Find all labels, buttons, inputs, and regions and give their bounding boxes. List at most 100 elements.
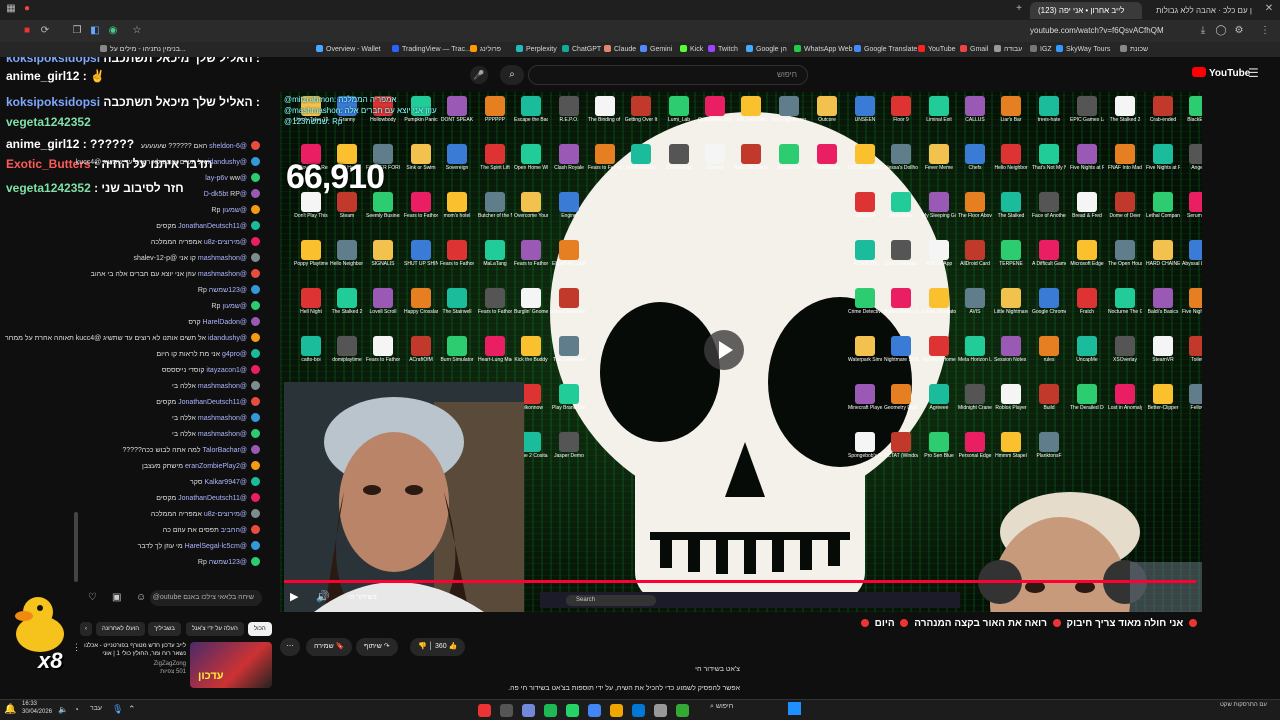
taskbar-search[interactable]: ⌕ חיפוש: [710, 703, 733, 711]
chat-username[interactable]: @idandushy: [206, 159, 247, 166]
avatar[interactable]: [251, 285, 260, 294]
window-close-icon[interactable]: ✕: [1262, 3, 1276, 14]
heart-icon[interactable]: ♡: [88, 592, 97, 603]
network-icon[interactable]: ◔: [74, 705, 79, 714]
download-icon[interactable]: ⤓: [1196, 24, 1210, 38]
whatsapp-icon[interactable]: [566, 704, 579, 717]
chat-username[interactable]: @mashmashon: [196, 271, 247, 278]
chat-username[interactable]: @123שמשה: [207, 287, 247, 294]
extension2-icon[interactable]: ◉: [106, 24, 120, 38]
url-field[interactable]: youtube.com/watch?v=f6QsvACfhQM: [1030, 24, 1164, 38]
discord-icon[interactable]: [522, 704, 535, 717]
bookmark-item[interactable]: Overview - Wallet: [316, 44, 381, 55]
avatar[interactable]: [251, 445, 260, 454]
chat-username[interactable]: @mashmashon: [196, 431, 247, 438]
avatar[interactable]: [251, 141, 260, 150]
avatar[interactable]: [251, 381, 260, 390]
avatar[interactable]: [251, 541, 260, 550]
settings-icon[interactable]: ⚙: [1232, 24, 1246, 38]
tabs-icon[interactable]: ❐: [70, 24, 84, 38]
avatar[interactable]: [251, 509, 260, 518]
tab-other[interactable]: בני קנן עם כלכ · אהבה ללא גבולות: [1148, 2, 1252, 19]
super-chat-icon[interactable]: ▣: [112, 592, 121, 603]
avatar[interactable]: [251, 525, 260, 534]
bookmark-item[interactable]: Kick: [680, 44, 703, 55]
youtube-logo[interactable]: YouTube: [1192, 67, 1250, 79]
avatar[interactable]: [251, 237, 260, 246]
chat-username[interactable]: @itayzacon1: [204, 367, 247, 374]
bookmark-item[interactable]: TradingView — Trac...: [392, 44, 471, 55]
bookmark-item[interactable]: פרולינג: [470, 44, 501, 55]
bookmark-item[interactable]: ChatGPT: [562, 44, 601, 55]
chat-username[interactable]: @HarelDadon: [201, 319, 247, 326]
chat-username[interactable]: @מירוצים-u8z: [202, 511, 247, 518]
new-tab-icon[interactable]: +: [1012, 3, 1026, 14]
chat-username[interactable]: @שמעון: [220, 207, 247, 214]
more-actions-button[interactable]: ⋯: [280, 638, 300, 656]
mic-icon[interactable]: 🎙: [112, 704, 123, 715]
reload-icon[interactable]: ⟳: [38, 24, 52, 38]
avatar[interactable]: [251, 301, 260, 310]
description-box[interactable]: צ'אט בשידור חי אפשר להפסיק לשמוע כדי להכ…: [470, 664, 740, 700]
play-button[interactable]: [704, 330, 744, 370]
chat-username[interactable]: @lay-p6v: [205, 175, 247, 182]
speaker-icon[interactable]: 🔈: [58, 705, 68, 714]
obs-icon[interactable]: [500, 704, 513, 717]
recommended-video-thumbnail[interactable]: עדכון: [190, 642, 272, 688]
explorer-icon[interactable]: [610, 704, 623, 717]
chat-username[interactable]: @mashmashon: [196, 383, 247, 390]
chat-username[interactable]: @g4pro: [220, 351, 247, 358]
chat-username[interactable]: @JonathanDeutsch11: [176, 223, 247, 230]
save-button[interactable]: שמירה 🔖: [306, 638, 353, 656]
chat-username[interactable]: vegeta1242352: [6, 181, 94, 195]
game-icon[interactable]: [676, 704, 689, 717]
chrome-icon[interactable]: [588, 704, 601, 717]
bookmark-item[interactable]: Gmail: [960, 44, 988, 55]
bookmark-item[interactable]: YouTube: [918, 44, 956, 55]
bookmark-item[interactable]: WhatsApp Web: [794, 44, 853, 55]
avatar[interactable]: [251, 253, 260, 262]
avatar[interactable]: [251, 365, 260, 374]
avatar[interactable]: [251, 493, 260, 502]
taskbar-notification-icon[interactable]: 🔔: [4, 704, 16, 715]
display-icon[interactable]: [654, 704, 667, 717]
share-button[interactable]: שיתוף ↷: [356, 638, 398, 656]
extension-icon[interactable]: ◧: [88, 24, 102, 38]
record-icon[interactable]: ■: [20, 24, 34, 38]
voice-search-icon[interactable]: 🎤: [470, 66, 488, 84]
hamburger-menu-icon[interactable]: ☰: [1248, 66, 1259, 80]
taskbar-clock[interactable]: 16:33 30/04/2026: [22, 700, 52, 716]
chat-username[interactable]: @sheldon-6: [207, 143, 247, 150]
chat-scrollbar[interactable]: [74, 512, 78, 582]
bookmark-item[interactable]: Gemini: [640, 44, 672, 55]
chat-username[interactable]: @החביב: [219, 527, 247, 534]
avatar[interactable]: [251, 317, 260, 326]
avatar[interactable]: [251, 333, 260, 342]
bookmark-item[interactable]: SkyWay Tours: [1056, 44, 1110, 55]
chip-recent[interactable]: הועלו לאחרונה: [96, 622, 146, 636]
bookmark-item[interactable]: בנימין נתניהו - מילים על...: [100, 44, 186, 55]
chat-username[interactable]: koksipoksidopsi: [6, 57, 103, 65]
avatar[interactable]: [251, 557, 260, 566]
avatar[interactable]: [251, 221, 260, 230]
chip-all[interactable]: הכול: [248, 622, 272, 636]
chip-uploaded-by[interactable]: העלה על ידי צ'אנל: [186, 622, 244, 636]
chat-username[interactable]: anime_girl12: [6, 137, 83, 151]
tab-live-stream[interactable]: (123) לייב אחרון • אני יפה: [1030, 2, 1142, 19]
bookmark-star-icon[interactable]: ☆: [130, 24, 144, 38]
emoji-icon[interactable]: ☺: [136, 592, 146, 603]
avatar[interactable]: [251, 429, 260, 438]
browser-menu-icon[interactable]: ▦: [4, 3, 18, 14]
avatar[interactable]: [251, 189, 260, 198]
video-player[interactable]: Unruly Tales 1992GrannyHollowbodyPumpkin…: [280, 92, 1202, 612]
chips-prev-icon[interactable]: ‹: [80, 622, 92, 636]
chat-username[interactable]: @HarelSegal-lc5cm: [183, 543, 247, 550]
chat-username[interactable]: @JonathanDeutsch11: [176, 495, 247, 502]
avatar[interactable]: [251, 397, 260, 406]
search-input[interactable]: חיפוש: [528, 65, 808, 85]
menu-icon[interactable]: ⋮: [1258, 24, 1272, 38]
play-icon[interactable]: ▶: [290, 590, 298, 603]
bookmark-item[interactable]: Claude: [604, 44, 636, 55]
bookmark-item[interactable]: Twitch: [708, 44, 738, 55]
bookmark-item[interactable]: Perplexity: [516, 44, 557, 55]
